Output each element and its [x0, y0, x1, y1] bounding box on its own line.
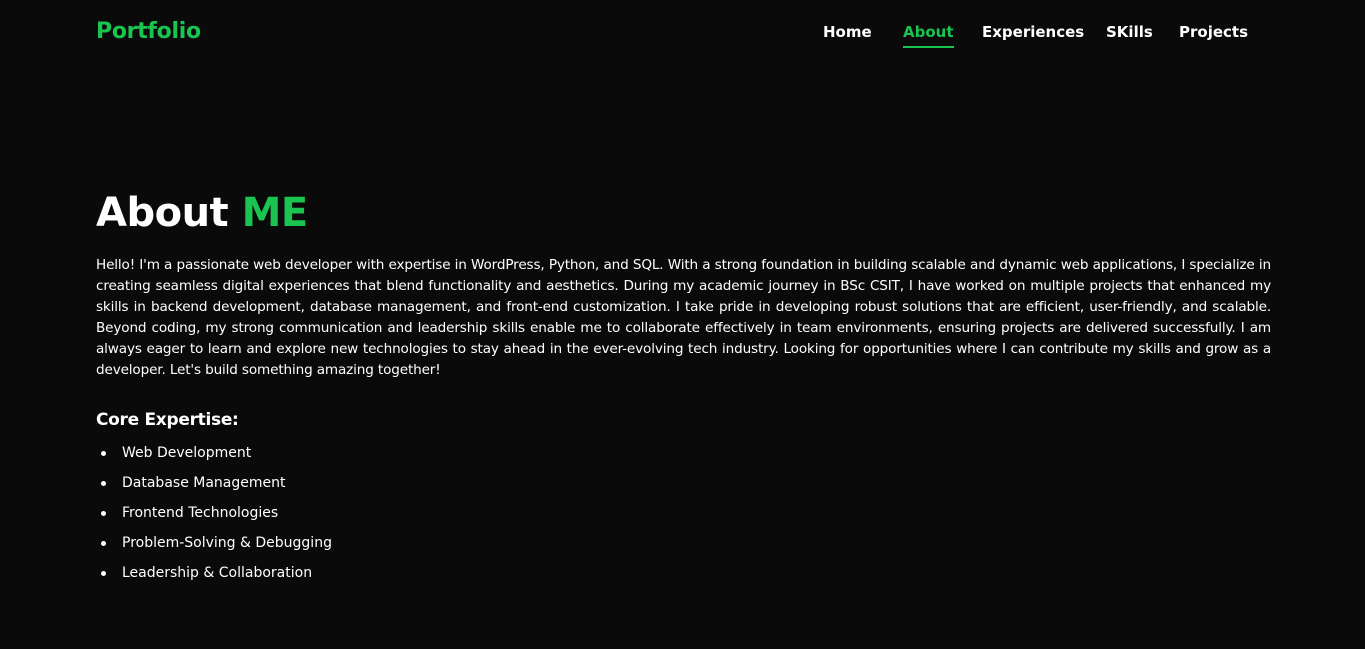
list-item-label: Web Development [122, 445, 252, 461]
list-item: Web Development [96, 440, 332, 470]
about-description: Hello! I'm a passionate web developer wi… [96, 257, 1271, 378]
core-expertise-list: Web Development Database Management Fron… [96, 440, 332, 590]
page-title: About ME [96, 186, 308, 240]
bullet-icon [101, 451, 106, 456]
list-item-label: Problem-Solving & Debugging [122, 535, 332, 551]
nav-about[interactable]: About [903, 22, 954, 48]
nav-projects[interactable]: Projects [1179, 22, 1248, 42]
nav-experiences[interactable]: Experiences [982, 22, 1084, 42]
title-accent: ME [241, 190, 309, 236]
main-nav: Home About Experiences SKills Projects [0, 22, 1365, 52]
core-expertise-heading: Core Expertise: [96, 410, 239, 430]
list-item: Leadership & Collaboration [96, 560, 332, 590]
bullet-icon [101, 571, 106, 576]
bullet-icon [101, 481, 106, 486]
title-prefix: About [96, 190, 229, 236]
list-item: Problem-Solving & Debugging [96, 530, 332, 560]
list-item-label: Frontend Technologies [122, 505, 279, 521]
list-item: Database Management [96, 470, 332, 500]
list-item-label: Leadership & Collaboration [122, 565, 313, 581]
nav-home[interactable]: Home [823, 22, 872, 42]
list-item-label: Database Management [122, 475, 286, 491]
nav-skills[interactable]: SKills [1106, 22, 1153, 42]
list-item: Frontend Technologies [96, 500, 332, 530]
bullet-icon [101, 541, 106, 546]
bullet-icon [101, 511, 106, 516]
